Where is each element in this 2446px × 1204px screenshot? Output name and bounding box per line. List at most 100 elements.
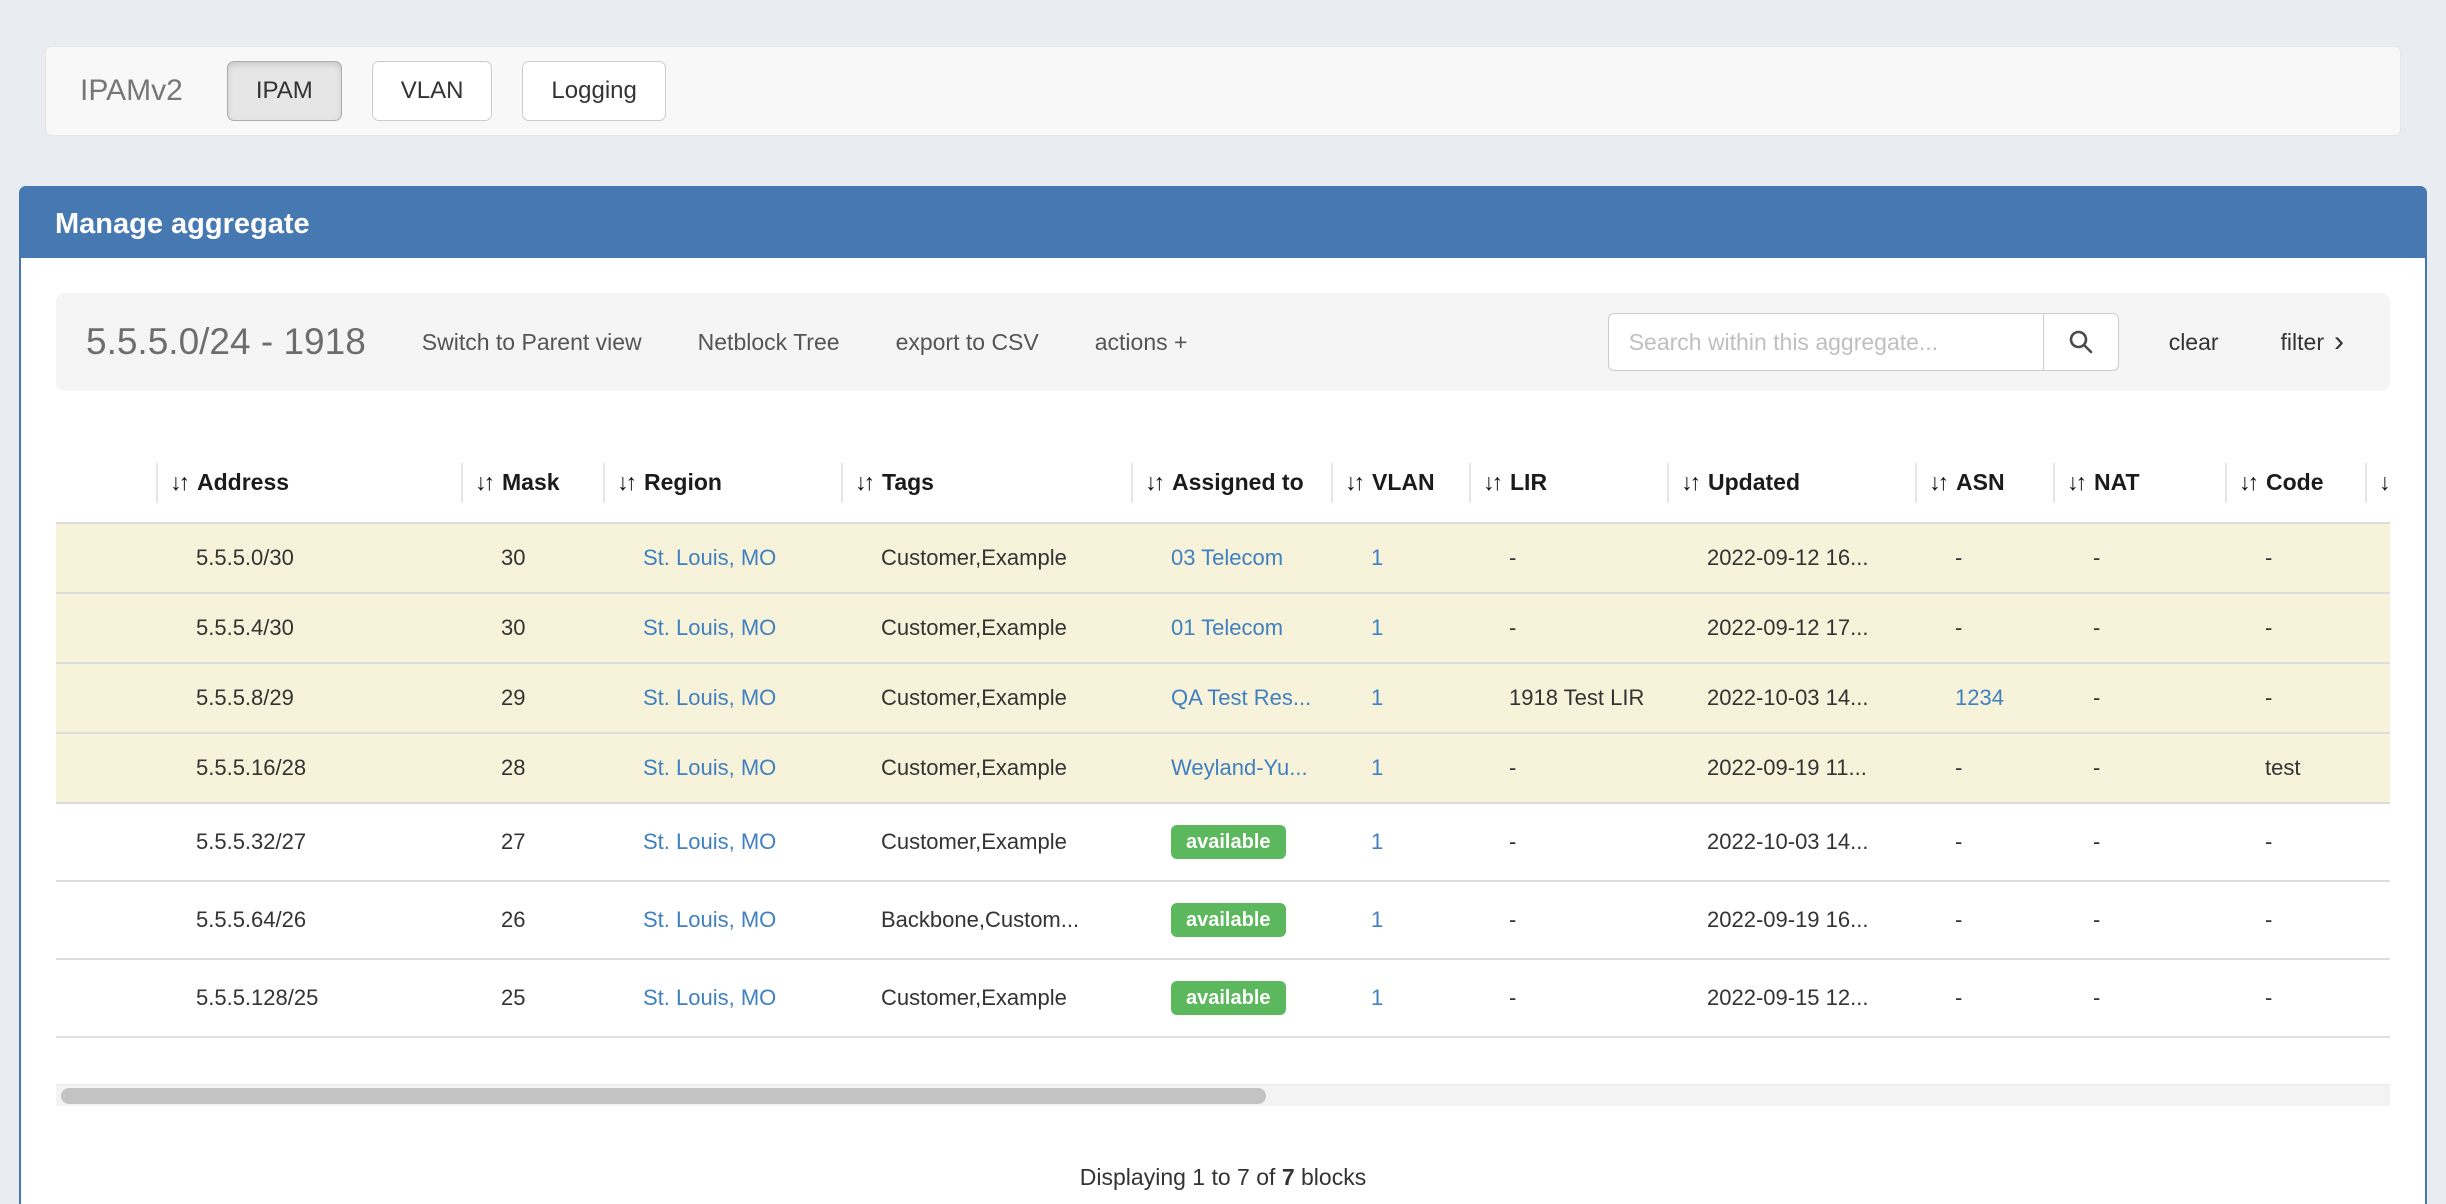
cell-asn: - xyxy=(1915,881,2053,959)
vlan-link[interactable]: 1 xyxy=(1371,985,1383,1010)
tab-ipam[interactable]: IPAM xyxy=(227,61,342,121)
assigned-to-link[interactable]: Weyland-Yu... xyxy=(1171,755,1308,780)
cell-extra xyxy=(2365,959,2390,1037)
cell-updated: 2022-10-03 14... xyxy=(1667,663,1915,733)
cell-address: 5.5.5.16/28 xyxy=(156,733,461,803)
app-brand: IPAMv2 xyxy=(80,74,183,108)
cell-region: St. Louis, MO xyxy=(603,523,841,593)
column-header-address[interactable]: ↓↑Address xyxy=(156,453,461,523)
search-input[interactable] xyxy=(1608,313,2043,371)
assigned-to-link[interactable]: QA Test Res... xyxy=(1171,685,1311,710)
search-button[interactable] xyxy=(2043,313,2119,371)
column-header-nat[interactable]: ↓↑NAT xyxy=(2053,453,2225,523)
cell-nat: - xyxy=(2053,803,2225,881)
cell-spacer xyxy=(56,803,156,881)
cell-tags: Customer,Example xyxy=(841,959,1131,1037)
cell-code: - xyxy=(2225,959,2365,1037)
cell-lir: - xyxy=(1469,733,1667,803)
cell-address: 5.5.5.128/25 xyxy=(156,959,461,1037)
netblock-tree-link[interactable]: Netblock Tree xyxy=(698,329,840,356)
cell-region: St. Louis, MO xyxy=(603,803,841,881)
horizontal-scrollbar[interactable] xyxy=(56,1084,2390,1106)
cell-tags: Customer,Example xyxy=(841,663,1131,733)
column-header-updated[interactable]: ↓↑Updated xyxy=(1667,453,1915,523)
cell-code: - xyxy=(2225,803,2365,881)
filter-link[interactable]: filter › xyxy=(2281,327,2344,357)
sort-icon: ↓↑ xyxy=(1145,469,1162,495)
region-link[interactable]: St. Louis, MO xyxy=(643,685,776,710)
vlan-link[interactable]: 1 xyxy=(1371,907,1383,932)
column-header-asn[interactable]: ↓↑ASN xyxy=(1915,453,2053,523)
column-header-vlan[interactable]: ↓↑VLAN xyxy=(1331,453,1469,523)
actions-menu[interactable]: actions + xyxy=(1095,329,1188,356)
tab-logging[interactable]: Logging xyxy=(522,61,665,121)
assigned-to-link[interactable]: 01 Telecom xyxy=(1171,615,1283,640)
scrollbar-thumb[interactable] xyxy=(61,1088,1266,1104)
vlan-link[interactable]: 1 xyxy=(1371,829,1383,854)
sort-icon: ↓↑ xyxy=(617,469,634,495)
sort-icon: ↓↑ xyxy=(2379,469,2390,495)
aggregate-title: 5.5.5.0/24 - 1918 xyxy=(86,321,366,363)
sort-icon: ↓↑ xyxy=(475,469,492,495)
top-navbar: IPAMv2 IPAM VLAN Logging xyxy=(45,46,2401,136)
cell-spacer xyxy=(56,663,156,733)
cell-region: St. Louis, MO xyxy=(603,959,841,1037)
manage-aggregate-panel: Manage aggregate 5.5.5.0/24 - 1918 Switc… xyxy=(19,186,2427,1204)
cell-mask: 28 xyxy=(461,733,603,803)
column-header-assigned[interactable]: ↓↑Assigned to xyxy=(1131,453,1331,523)
column-header-extra[interactable]: ↓↑ xyxy=(2365,453,2390,523)
column-header-spacer xyxy=(56,453,156,523)
region-link[interactable]: St. Louis, MO xyxy=(643,755,776,780)
sort-icon: ↓↑ xyxy=(2239,469,2256,495)
column-header-mask[interactable]: ↓↑Mask xyxy=(461,453,603,523)
assigned-to-link[interactable]: 03 Telecom xyxy=(1171,545,1283,570)
cell-code: test xyxy=(2225,733,2365,803)
region-link[interactable]: St. Louis, MO xyxy=(643,545,776,570)
cell-code: - xyxy=(2225,881,2365,959)
vlan-link[interactable]: 1 xyxy=(1371,545,1383,570)
region-link[interactable]: St. Louis, MO xyxy=(643,615,776,640)
cell-spacer xyxy=(56,523,156,593)
vlan-link[interactable]: 1 xyxy=(1371,685,1383,710)
panel-title: Manage aggregate xyxy=(21,188,2425,258)
available-badge: available xyxy=(1171,981,1286,1015)
cell-tags: Customer,Example xyxy=(841,803,1131,881)
cell-nat: - xyxy=(2053,523,2225,593)
column-header-lir[interactable]: ↓↑LIR xyxy=(1469,453,1667,523)
cell-lir: 1918 Test LIR xyxy=(1469,663,1667,733)
cell-code: - xyxy=(2225,663,2365,733)
blocks-table: ↓↑Address↓↑Mask↓↑Region↓↑Tags↓↑Assigned … xyxy=(56,453,2390,1038)
cell-updated: 2022-09-12 17... xyxy=(1667,593,1915,663)
vlan-link[interactable]: 1 xyxy=(1371,755,1383,780)
cell-updated: 2022-09-19 11... xyxy=(1667,733,1915,803)
table-row: 5.5.5.128/2525St. Louis, MOCustomer,Exam… xyxy=(56,959,2390,1037)
tab-vlan[interactable]: VLAN xyxy=(372,61,493,121)
asn-link[interactable]: 1234 xyxy=(1955,685,2004,710)
cell-address: 5.5.5.0/30 xyxy=(156,523,461,593)
cell-mask: 30 xyxy=(461,593,603,663)
cell-nat: - xyxy=(2053,733,2225,803)
column-header-tags[interactable]: ↓↑Tags xyxy=(841,453,1131,523)
region-link[interactable]: St. Louis, MO xyxy=(643,985,776,1010)
table-row: 5.5.5.4/3030St. Louis, MOCustomer,Exampl… xyxy=(56,593,2390,663)
vlan-link[interactable]: 1 xyxy=(1371,615,1383,640)
cell-nat: - xyxy=(2053,959,2225,1037)
region-link[interactable]: St. Louis, MO xyxy=(643,907,776,932)
export-csv-link[interactable]: export to CSV xyxy=(896,329,1039,356)
cell-vlan: 1 xyxy=(1331,881,1469,959)
cell-spacer xyxy=(56,593,156,663)
filter-label: filter xyxy=(2281,329,2324,356)
switch-parent-view-link[interactable]: Switch to Parent view xyxy=(422,329,642,356)
cell-mask: 26 xyxy=(461,881,603,959)
blocks-table-container: ↓↑Address↓↑Mask↓↑Region↓↑Tags↓↑Assigned … xyxy=(56,453,2390,1038)
column-header-region[interactable]: ↓↑Region xyxy=(603,453,841,523)
clear-search-link[interactable]: clear xyxy=(2169,329,2219,356)
cell-vlan: 1 xyxy=(1331,523,1469,593)
table-row: 5.5.5.8/2929St. Louis, MOCustomer,Exampl… xyxy=(56,663,2390,733)
cell-code: - xyxy=(2225,593,2365,663)
sort-icon: ↓↑ xyxy=(855,469,872,495)
region-link[interactable]: St. Louis, MO xyxy=(643,829,776,854)
cell-asn: - xyxy=(1915,593,2053,663)
column-header-code[interactable]: ↓↑Code xyxy=(2225,453,2365,523)
cell-assigned-to: available xyxy=(1131,803,1331,881)
